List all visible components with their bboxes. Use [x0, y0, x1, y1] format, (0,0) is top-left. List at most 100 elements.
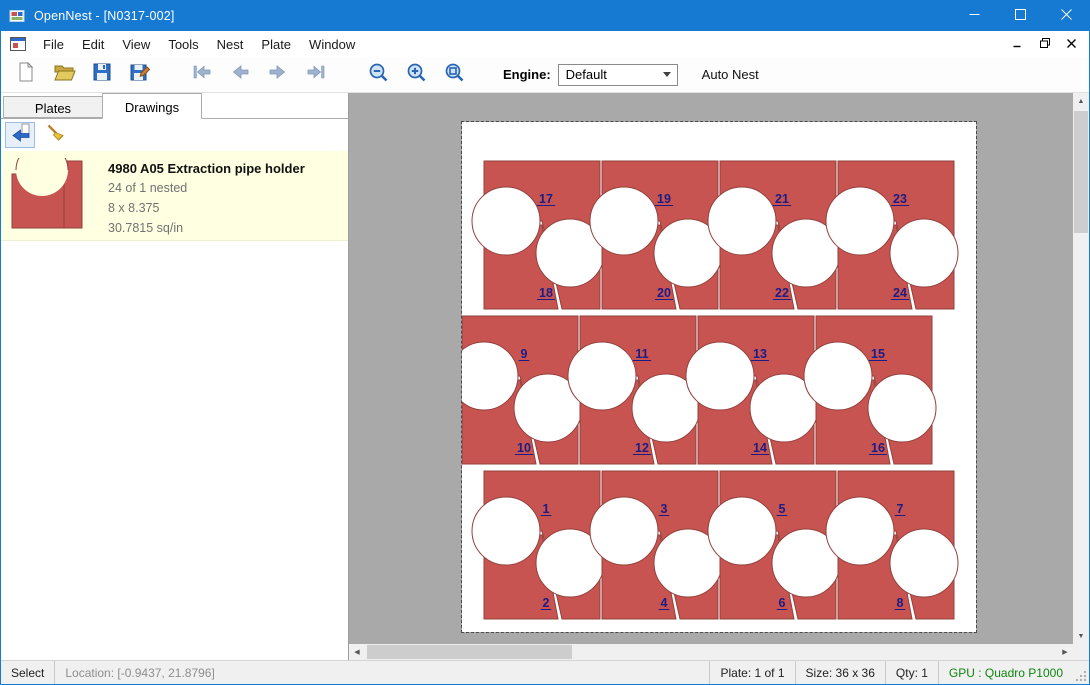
vertical-scrollbar[interactable]: ▲ ▼: [1073, 93, 1089, 644]
mdi-minimize-button[interactable]: [1005, 34, 1030, 54]
part-number: 21: [775, 192, 789, 206]
status-qty: Qty: 1: [885, 661, 938, 684]
part-number: 11: [635, 347, 648, 361]
mdi-close-icon: [1067, 35, 1076, 53]
nest-canvas[interactable]: 171819202122232491011121314151612345678: [349, 93, 1073, 644]
part-number: 19: [657, 192, 671, 206]
zoom-in-button[interactable]: [401, 60, 431, 90]
mdi-close-button[interactable]: [1059, 34, 1084, 54]
nested-part-pair[interactable]: 78: [826, 471, 958, 619]
scroll-up-icon[interactable]: ▲: [1073, 93, 1089, 109]
part-number: 18: [539, 286, 553, 300]
plate-sheet[interactable]: 171819202122232491011121314151612345678: [462, 122, 976, 632]
broom-icon: [45, 122, 66, 148]
nested-part-pair[interactable]: 1516: [804, 316, 936, 464]
nested-part-pair[interactable]: 12: [472, 471, 604, 619]
save-button[interactable]: [87, 60, 117, 90]
nested-part-pair[interactable]: 1112: [568, 316, 700, 464]
save-as-button[interactable]: [125, 60, 155, 90]
prev-icon: [229, 61, 251, 88]
open-button[interactable]: [49, 60, 79, 90]
part-number: 8: [897, 596, 904, 610]
nav-last-button[interactable]: [301, 60, 331, 90]
nested-part-pair[interactable]: 1718: [472, 161, 604, 309]
mdi-restore-button[interactable]: [1032, 34, 1057, 54]
menu-item-tools[interactable]: Tools: [159, 32, 207, 57]
menu-item-nest[interactable]: Nest: [208, 32, 253, 57]
drawing-area: 30.7815 sq/in: [108, 220, 305, 236]
drawing-item-text: 4980 A05 Extraction pipe holder 24 of 1 …: [108, 158, 305, 233]
main-toolbar: Engine: Default Auto Nest: [1, 57, 1089, 93]
window-controls: [951, 1, 1089, 31]
canvas-region: 171819202122232491011121314151612345678 …: [349, 93, 1089, 660]
tab-plates[interactable]: Plates: [3, 96, 103, 118]
part-number: 23: [893, 192, 907, 206]
vertical-scroll-thumb[interactable]: [1074, 111, 1088, 233]
status-size: Size: 36 x 36: [795, 661, 885, 684]
horizontal-scroll-thumb[interactable]: [367, 645, 572, 659]
new-file-icon: [15, 61, 37, 88]
menu-item-plate[interactable]: Plate: [252, 32, 300, 57]
nested-part-pair[interactable]: 9 10: [462, 316, 582, 464]
part-number: 24: [893, 286, 907, 300]
part-number: 1: [543, 502, 550, 516]
scroll-right-icon[interactable]: ▶: [1057, 644, 1073, 660]
save-edit-icon: [129, 61, 151, 88]
part-number: 9: [521, 347, 528, 361]
mdi-minimize-icon: [1013, 35, 1022, 53]
horizontal-scrollbar[interactable]: ◀ ▶: [349, 644, 1073, 660]
maximize-icon: [1015, 7, 1026, 25]
drawings-toolbar: [1, 119, 348, 151]
nav-prev-button[interactable]: [225, 60, 255, 90]
nested-part-pair[interactable]: 56: [708, 471, 840, 619]
nested-part-pair[interactable]: 23 24: [826, 161, 958, 309]
panel-tabs: Plates Drawings: [1, 93, 348, 119]
side-panel: Plates Drawings: [1, 93, 349, 660]
menu-item-window[interactable]: Window: [300, 32, 364, 57]
title-bar: OpenNest - [N0317-002]: [1, 1, 1089, 31]
minimize-button[interactable]: [951, 1, 997, 31]
nest-parts-svg: 171819202122232491011121314151612345678: [462, 122, 976, 632]
part-number: 15: [871, 347, 885, 361]
drawing-nested-count: 24 of 1 nested: [108, 180, 305, 196]
clean-button[interactable]: [40, 122, 70, 148]
mdi-child-icon[interactable]: [10, 37, 26, 51]
app-icon: [9, 8, 25, 24]
nested-part-pair[interactable]: 1314: [686, 316, 818, 464]
auto-nest-button[interactable]: Auto Nest: [702, 67, 759, 82]
part-number: 10: [517, 441, 531, 455]
next-icon: [267, 61, 289, 88]
nav-next-button[interactable]: [263, 60, 293, 90]
scroll-left-icon[interactable]: ◀: [349, 644, 365, 660]
main-body: Plates Drawings: [1, 93, 1089, 660]
part-number: 17: [539, 192, 553, 206]
menu-item-file[interactable]: File: [34, 32, 73, 57]
tab-drawings[interactable]: Drawings: [102, 93, 202, 119]
nested-part-pair[interactable]: 34: [590, 471, 722, 619]
scrollbar-corner: [1073, 644, 1089, 660]
save-icon: [91, 61, 113, 88]
new-file-button[interactable]: [11, 60, 41, 90]
engine-select[interactable]: Default: [558, 64, 678, 86]
nested-part-pair[interactable]: 21 22: [708, 161, 840, 309]
scroll-down-icon[interactable]: ▼: [1073, 628, 1089, 644]
part-number: 22: [775, 286, 789, 300]
menu-item-edit[interactable]: Edit: [73, 32, 113, 57]
resize-grip[interactable]: [1073, 661, 1089, 684]
drawing-list-item[interactable]: 4980 A05 Extraction pipe holder 24 of 1 …: [1, 151, 348, 241]
close-icon: [1061, 7, 1072, 25]
part-number: 6: [779, 596, 786, 610]
part-number: 20: [657, 286, 671, 300]
maximize-button[interactable]: [997, 1, 1043, 31]
zoom-out-button[interactable]: [363, 60, 393, 90]
menu-item-view[interactable]: View: [113, 32, 159, 57]
mdi-window-controls: [1005, 34, 1089, 54]
close-button[interactable]: [1043, 1, 1089, 31]
status-plate: Plate: 1 of 1: [709, 661, 794, 684]
zoom-fit-button[interactable]: [439, 60, 469, 90]
zoom-in-icon: [406, 62, 427, 88]
nested-part-pair[interactable]: 1920: [590, 161, 722, 309]
drawing-title: 4980 A05 Extraction pipe holder: [108, 161, 305, 176]
nav-first-button[interactable]: [187, 60, 217, 90]
send-back-button[interactable]: [5, 122, 35, 148]
